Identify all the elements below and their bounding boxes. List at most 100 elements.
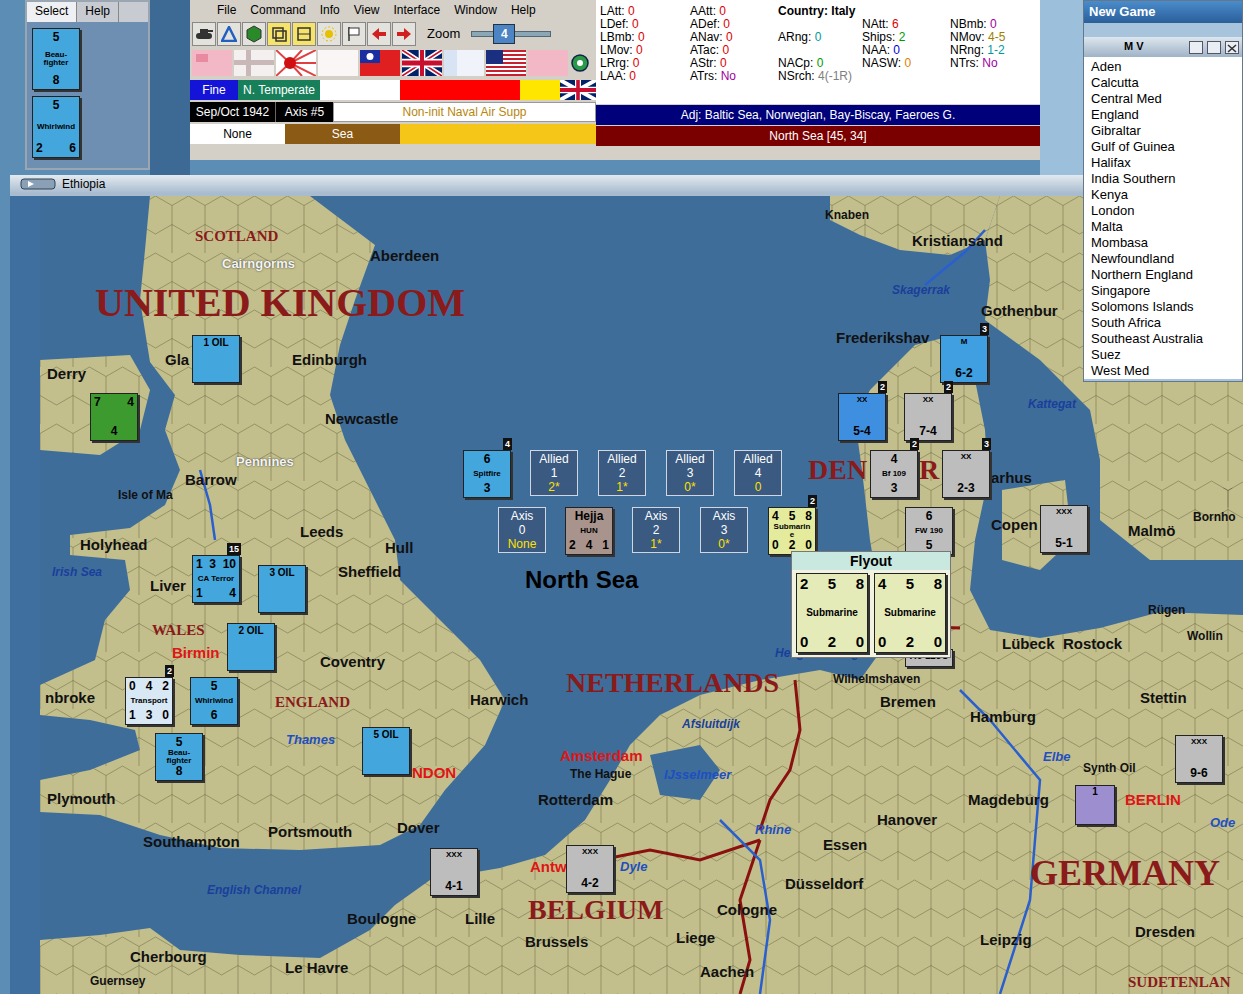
unit-counter[interactable]: XXX4-1: [430, 848, 478, 896]
globe-icon[interactable]: [570, 53, 590, 73]
unit-counter[interactable]: 458Submarine020: [874, 573, 946, 653]
stack-icon[interactable]: [267, 22, 291, 46]
flag-icon[interactable]: [192, 50, 232, 76]
new-game-window[interactable]: New Game M V AdenCalcuttaCentral MedEngl…: [1083, 0, 1243, 382]
unit-counter[interactable]: XXX4-2: [566, 845, 614, 893]
map-label: Birmin: [172, 645, 220, 662]
list-item[interactable]: Malta: [1084, 219, 1242, 235]
list-item[interactable]: Northern England: [1084, 267, 1242, 283]
list-item[interactable]: Suez: [1084, 347, 1242, 363]
battle-box[interactable]: Allied21*: [598, 450, 646, 496]
unit-counter[interactable]: 458Submarine0202: [768, 507, 816, 555]
battle-box[interactable]: Axis0None: [498, 507, 546, 553]
flag-icon[interactable]: [486, 50, 526, 76]
flag-icon[interactable]: [342, 22, 366, 46]
flag-icon[interactable]: [360, 50, 400, 76]
stack-count: 2: [878, 381, 887, 393]
counter-value: Submarine: [884, 608, 936, 619]
unit-counter[interactable]: 5Beau-fighter8: [155, 733, 203, 781]
menu-item[interactable]: Help: [504, 3, 543, 17]
stat-value: No: [982, 56, 997, 70]
battle-box[interactable]: Axis21*: [632, 507, 680, 553]
map-label: Harwich: [470, 692, 528, 709]
unit-counter[interactable]: 1 OIL: [192, 335, 240, 383]
sun-icon[interactable]: [317, 22, 341, 46]
unit-counter[interactable]: 4Bf 10932: [870, 450, 918, 498]
unit-counter[interactable]: 3 OIL: [258, 565, 306, 613]
unit-counter[interactable]: XX7-42: [904, 393, 952, 441]
list-item[interactable]: Kenya: [1084, 187, 1242, 203]
menu-item[interactable]: File: [210, 3, 243, 17]
unit-counter[interactable]: XXX5-1: [1040, 505, 1088, 553]
triangle-icon[interactable]: [217, 22, 241, 46]
menu-item[interactable]: View: [347, 3, 387, 17]
unit-counter[interactable]: 042Transport1302: [125, 677, 173, 725]
map-canvas[interactable]: SCOTLANDCairngormsAberdeenUNITED KINGDOM…: [40, 196, 1243, 994]
battle-box[interactable]: Allied30*: [666, 450, 714, 496]
list-item[interactable]: Mombasa: [1084, 235, 1242, 251]
battle-box[interactable]: Allied40: [734, 450, 782, 496]
close-icon[interactable]: [1225, 41, 1239, 54]
hex-info-window: LAtt: 0LDef: 0LBmb: 0LMov: 0LRrg: 0LAA: …: [596, 0, 1040, 160]
unit-counter[interactable]: 5 OIL: [362, 727, 410, 775]
panel-tab[interactable]: Select: [27, 2, 77, 22]
menu-item[interactable]: Window: [447, 3, 504, 17]
unit-picker-window[interactable]: SelectHelp 5Beau-fighter8 5Whirlwind26: [25, 0, 150, 170]
battle-box[interactable]: Allied12*: [530, 450, 578, 496]
list-item[interactable]: India Southern: [1084, 171, 1242, 187]
unit-counter[interactable]: 5Whirlwind26: [32, 96, 80, 158]
back-arrow-icon[interactable]: [367, 22, 391, 46]
maximize-icon[interactable]: [1207, 41, 1221, 54]
unit-counter[interactable]: 6FW 1905: [905, 507, 953, 555]
list-item[interactable]: Calcutta: [1084, 75, 1242, 91]
flag-icon[interactable]: [276, 50, 316, 76]
counter-line: Hejja: [569, 510, 609, 523]
unit-counter[interactable]: XX2-33: [942, 450, 990, 498]
unit-counter[interactable]: 1: [1075, 785, 1115, 825]
unit-counter[interactable]: 258Submarine020: [796, 573, 868, 653]
list-item[interactable]: Gibraltar: [1084, 123, 1242, 139]
flag-icon[interactable]: [318, 50, 358, 76]
unit-counter[interactable]: 744: [90, 393, 138, 441]
list-item[interactable]: Central Med: [1084, 91, 1242, 107]
unit-counter[interactable]: 6Spitfire34: [463, 450, 511, 498]
unit-counter[interactable]: 1310CA Terror1415: [192, 555, 240, 603]
list-item[interactable]: Solomons Islands: [1084, 299, 1242, 315]
flag-icon[interactable]: [402, 50, 442, 76]
tank-icon[interactable]: [192, 22, 216, 46]
flag-icon[interactable]: [234, 50, 274, 76]
layers-icon[interactable]: [292, 22, 316, 46]
list-item[interactable]: Southeast Australia: [1084, 331, 1242, 347]
unit-counter[interactable]: M6-23: [940, 335, 988, 383]
window-icon[interactable]: [20, 178, 56, 190]
forward-arrow-icon[interactable]: [392, 22, 416, 46]
unit-counter[interactable]: 2 OIL: [227, 623, 275, 671]
unit-counter[interactable]: 5Whirlwind6: [190, 677, 238, 725]
list-item[interactable]: England: [1084, 107, 1242, 123]
list-item[interactable]: South Africa: [1084, 315, 1242, 331]
menu-item[interactable]: Interface: [387, 3, 448, 17]
menu-item[interactable]: Info: [313, 3, 347, 17]
battle-box[interactable]: Axis30*: [700, 507, 748, 553]
list-item[interactable]: West Med: [1084, 363, 1242, 379]
zoom-thumb[interactable]: 4: [493, 24, 515, 44]
list-item[interactable]: Singapore: [1084, 283, 1242, 299]
unit-counter[interactable]: 5Beau-fighter8: [32, 28, 80, 90]
unit-counter[interactable]: HejjaHUN241: [565, 507, 613, 555]
list-item[interactable]: London: [1084, 203, 1242, 219]
menu-item[interactable]: Command: [243, 3, 312, 17]
panel-tab[interactable]: Help: [77, 2, 119, 22]
stats-grid: LAtt: 0LDef: 0LBmb: 0LMov: 0LRrg: 0LAA: …: [596, 0, 1040, 104]
list-item[interactable]: Halifax: [1084, 155, 1242, 171]
hex-icon[interactable]: [242, 22, 266, 46]
list-item[interactable]: Gulf of Guinea: [1084, 139, 1242, 155]
unit-counter[interactable]: XXX9-6: [1175, 735, 1223, 783]
counter-value: 0: [856, 634, 864, 650]
list-item[interactable]: Aden: [1084, 59, 1242, 75]
list-item[interactable]: Newfoundland: [1084, 251, 1242, 267]
flag-icon[interactable]: [444, 50, 484, 76]
unit-counter[interactable]: XX5-42: [838, 393, 886, 441]
flag-icon[interactable]: [528, 50, 568, 76]
minimize-icon[interactable]: [1189, 41, 1203, 54]
zoom-slider[interactable]: 4: [471, 31, 551, 37]
